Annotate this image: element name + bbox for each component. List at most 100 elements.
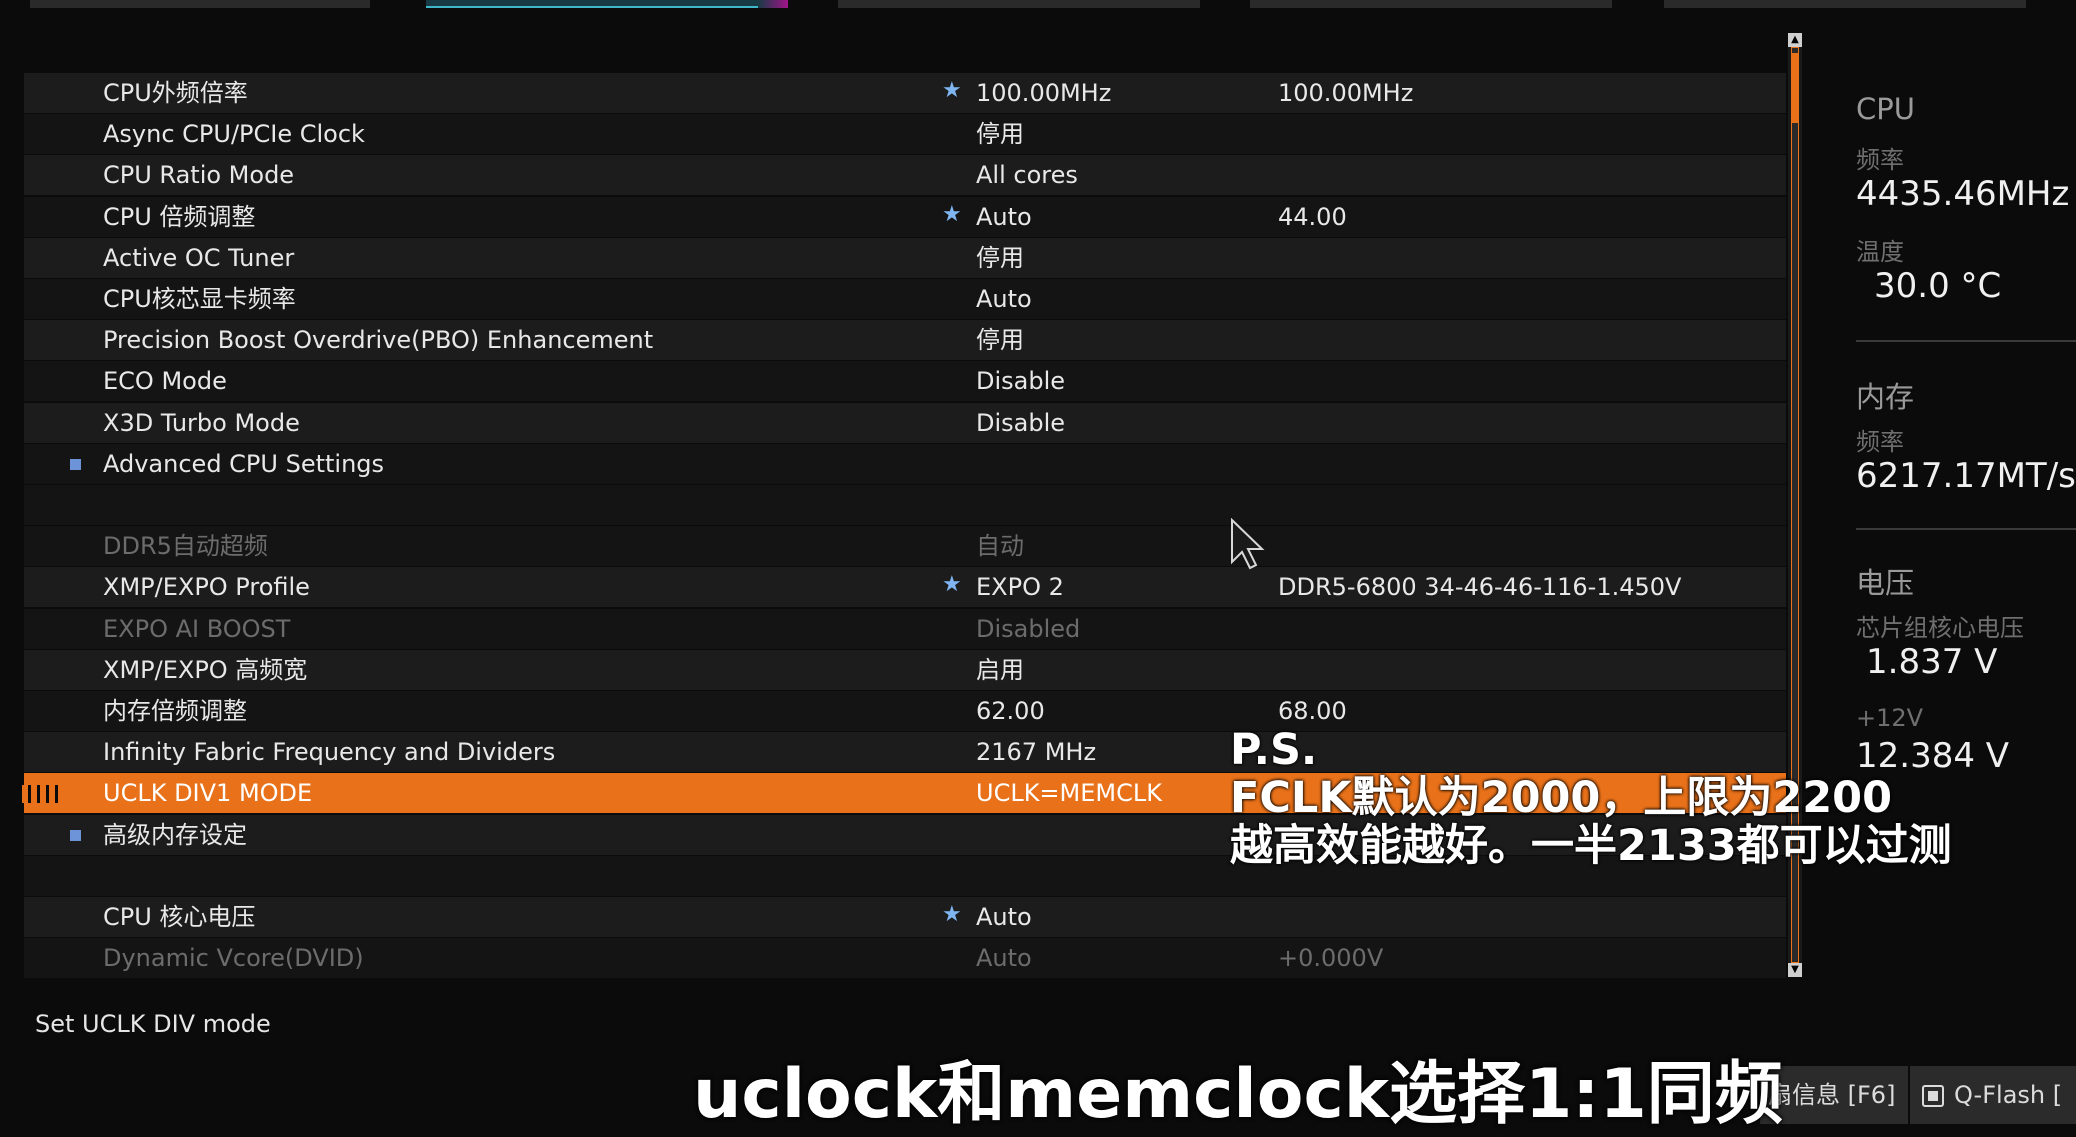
- setting-row[interactable]: XMP/EXPO Profile ★ EXPO 2 DDR5-6800 34-46-4…: [24, 567, 1786, 608]
- setting-row[interactable]: X3D Turbo Mode Disable: [24, 402, 1786, 443]
- cpu-temp-label: 温度: [1856, 238, 1904, 266]
- overlay-note: P.S. FCLK默认为2000，上限为2200 越高效能越好。一半2133都可…: [1230, 726, 1952, 870]
- spacer-row: [24, 485, 1786, 525]
- overlay-line-1: P.S.: [1230, 725, 1318, 775]
- mouse-cursor-icon: [1231, 518, 1265, 570]
- setting-label: XMP/EXPO Profile: [103, 573, 310, 602]
- setting-value[interactable]: 62.00: [976, 691, 1045, 731]
- cpu-section-title: CPU: [1856, 92, 1915, 126]
- mem-freq-label: 频率: [1856, 428, 1904, 456]
- setting-value[interactable]: 启用: [976, 650, 1024, 690]
- top-tab-1[interactable]: [30, 0, 370, 8]
- cpu-freq-label: 频率: [1856, 146, 1904, 174]
- setting-current-value: +0.000V: [1278, 944, 1384, 973]
- setting-value[interactable]: All cores: [976, 155, 1078, 195]
- setting-value[interactable]: Auto: [976, 197, 1032, 237]
- submenu-bullet-icon: [70, 829, 81, 841]
- setting-label: Async CPU/PCIe Clock: [103, 120, 365, 149]
- star-icon: ★: [942, 201, 962, 227]
- setting-row[interactable]: CPU 倍频调整 ★ Auto 44.00: [24, 196, 1786, 237]
- selection-edge: [22, 785, 62, 804]
- setting-value[interactable]: Auto: [976, 279, 1032, 319]
- setting-value[interactable]: Auto: [976, 897, 1032, 937]
- volt-section-title: 电压: [1856, 566, 1915, 600]
- overlay-line-3: 越高效能越好。一半2133都可以过测: [1230, 821, 1952, 871]
- cpu-temp-value: 30.0 °C: [1874, 266, 2002, 306]
- scroll-down-icon[interactable]: ▼: [1788, 963, 1802, 977]
- star-icon: ★: [942, 902, 962, 927]
- setting-value[interactable]: 自动: [976, 526, 1024, 566]
- setting-row[interactable]: ECO Mode Disable: [24, 361, 1786, 402]
- setting-value[interactable]: Disable: [976, 361, 1065, 401]
- setting-label: CPU Ratio Mode: [103, 161, 295, 190]
- setting-value[interactable]: Auto: [976, 938, 1032, 978]
- setting-value[interactable]: EXPO 2: [976, 567, 1064, 607]
- star-icon: ★: [942, 572, 962, 598]
- setting-current-value: 44.00: [1278, 202, 1347, 231]
- qflash-button[interactable]: Q-Flash [: [1910, 1066, 2076, 1124]
- setting-label: ECO Mode: [103, 367, 227, 396]
- setting-label: Precision Boost Overdrive(PBO) Enhanceme…: [103, 326, 654, 355]
- setting-label: DDR5自动超频: [103, 532, 268, 561]
- setting-current-value: DDR5-6800 34-46-46-116-1.450V: [1278, 573, 1682, 602]
- setting-row[interactable]: CPU外频倍率 ★ 100.00MHz 100.00MHz: [24, 73, 1786, 113]
- mem-freq-value: 6217.17MT/s: [1856, 456, 2076, 496]
- setting-row[interactable]: DDR5自动超频 自动: [24, 526, 1786, 567]
- cpu-freq-value: 4435.46MHz: [1856, 174, 2070, 214]
- video-subtitle: uclock和memclock选择1:1同频: [693, 1055, 1783, 1134]
- mem-section-title: 内存: [1856, 380, 1915, 414]
- volt-chipset-value: 1.837 V: [1866, 642, 1998, 682]
- setting-value[interactable]: 2167 MHz: [976, 732, 1096, 772]
- setting-row[interactable]: Async CPU/PCIe Clock 停用: [24, 114, 1786, 155]
- scroll-thumb[interactable]: [1791, 53, 1799, 123]
- setting-value[interactable]: 停用: [976, 114, 1024, 154]
- star-icon: ★: [942, 78, 962, 103]
- setting-label: Active OC Tuner: [103, 243, 295, 272]
- setting-label: Infinity Fabric Frequency and Dividers: [103, 738, 556, 767]
- side-divider-1: [1856, 340, 2076, 342]
- setting-row[interactable]: CPU Ratio Mode All cores: [24, 155, 1786, 196]
- setting-row[interactable]: Dynamic Vcore(DVID) Auto +0.000V: [24, 938, 1786, 979]
- setting-row[interactable]: CPU核芯显卡频率 Auto: [24, 279, 1786, 319]
- setting-label: 内存倍频调整: [103, 697, 247, 725]
- setting-label: CPU核芯显卡频率: [103, 285, 296, 313]
- setting-value[interactable]: Disabled: [976, 609, 1080, 649]
- top-tab-bar: [0, 0, 2076, 10]
- qflash-icon: [1922, 1085, 1944, 1107]
- setting-label: CPU 核心电压: [103, 903, 256, 931]
- overlay-line-2: FCLK默认为2000，上限为2200: [1230, 773, 1893, 823]
- setting-value[interactable]: Disable: [976, 403, 1065, 443]
- setting-row[interactable]: Active OC Tuner 停用: [24, 237, 1786, 278]
- side-divider-2: [1856, 528, 2076, 530]
- volt-chipset-label: 芯片组核心电压: [1856, 614, 2024, 642]
- hardware-monitor: CPU 频率 4435.46MHz 温度 30.0 °C 内存 频率 6217.…: [1856, 60, 2076, 820]
- setting-label: 高级内存设定: [103, 820, 247, 849]
- scroll-up-icon[interactable]: ▲: [1788, 33, 1802, 47]
- setting-label: UCLK DIV1 MODE: [103, 779, 313, 808]
- setting-row[interactable]: EXPO AI BOOST Disabled: [24, 608, 1786, 649]
- setting-value[interactable]: 停用: [976, 238, 1024, 278]
- setting-value[interactable]: 100.00MHz: [976, 73, 1111, 113]
- setting-row[interactable]: XMP/EXPO 高频宽 启用: [24, 649, 1786, 690]
- setting-row[interactable]: 内存倍频调整 62.00 68.00: [24, 691, 1786, 731]
- setting-value[interactable]: UCLK=MEMCLK: [976, 773, 1162, 813]
- help-text: Set UCLK DIV mode: [35, 1010, 271, 1038]
- setting-label: Advanced CPU Settings: [103, 449, 385, 478]
- setting-value[interactable]: 停用: [976, 320, 1024, 360]
- submenu-bullet-icon: [70, 458, 81, 470]
- top-tab-active[interactable]: [426, 0, 788, 8]
- fan-info-label: 扇信息 [F6]: [1768, 1081, 1896, 1109]
- setting-label: X3D Turbo Mode: [103, 408, 300, 437]
- setting-row[interactable]: CPU 核心电压 ★ Auto: [24, 897, 1786, 937]
- setting-row[interactable]: Precision Boost Overdrive(PBO) Enhanceme…: [24, 320, 1786, 361]
- top-tab-3[interactable]: [838, 0, 1200, 8]
- top-tab-5[interactable]: [1664, 0, 2026, 8]
- setting-label: XMP/EXPO 高频宽: [103, 655, 308, 684]
- setting-current-value: 100.00MHz: [1278, 79, 1414, 107]
- qflash-label: Q-Flash [: [1954, 1081, 2063, 1109]
- top-tab-4[interactable]: [1250, 0, 1612, 8]
- setting-label: CPU 倍频调整: [103, 202, 256, 231]
- setting-label: Dynamic Vcore(DVID): [103, 944, 364, 973]
- submenu-row[interactable]: Advanced CPU Settings: [24, 443, 1786, 484]
- setting-label: EXPO AI BOOST: [103, 614, 291, 643]
